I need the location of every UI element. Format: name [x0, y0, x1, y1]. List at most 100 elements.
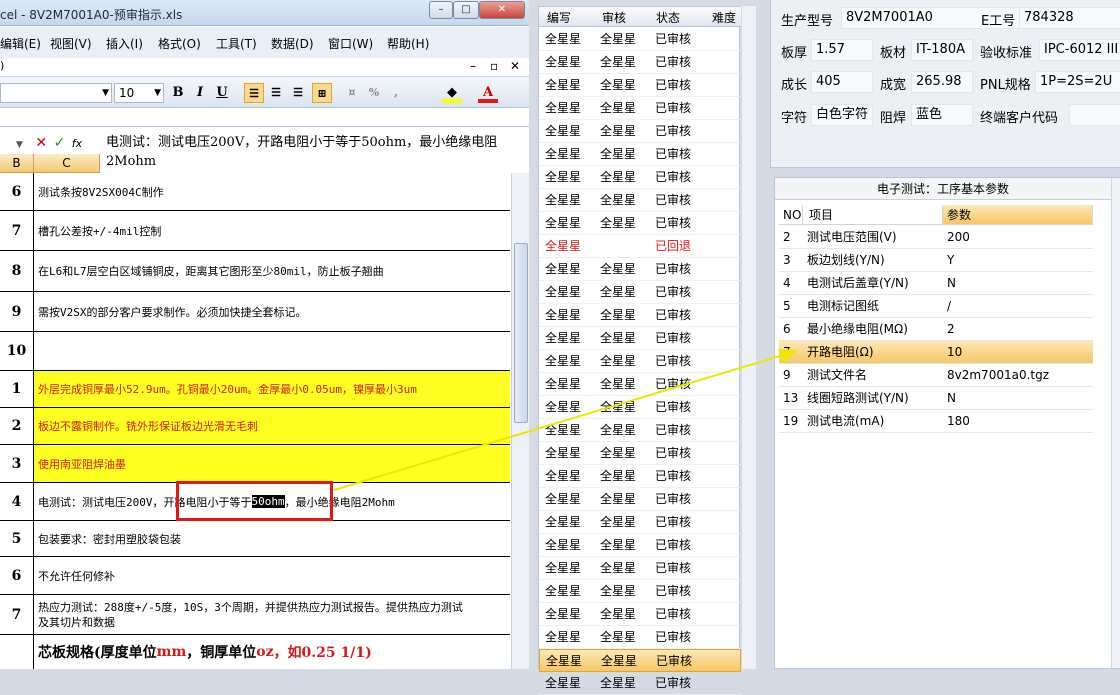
sheet-cell[interactable]: 板边不露铜制作。铣外形保证板边光滑无毛刺: [38, 408, 506, 444]
menu-data[interactable]: 数据(D): [271, 35, 314, 52]
param-row[interactable]: 6 最小绝缘电阻(MΩ) 2: [779, 318, 1093, 341]
font-name-select[interactable]: ▼: [0, 83, 112, 103]
scroll-thumb[interactable]: [514, 243, 528, 423]
review-list-scrollbar[interactable]: [742, 6, 756, 669]
list-item[interactable]: 全星星 全星星 已审核: [539, 626, 741, 649]
list-item[interactable]: 全星星 全星星 已审核: [539, 143, 741, 166]
doc-minimize-icon[interactable]: –: [470, 59, 476, 73]
bold-button[interactable]: B: [168, 83, 188, 103]
align-left-icon[interactable]: ☰: [244, 83, 264, 103]
font-color-icon[interactable]: A: [478, 83, 498, 103]
list-item[interactable]: 全星星 全星星 已审核: [539, 120, 741, 143]
column-header-b[interactable]: B: [0, 154, 34, 173]
sheet-cell[interactable]: 在L6和L7层空白区域铺铜皮，距离其它图形至少80mil，防止板子翘曲: [38, 251, 506, 291]
list-item[interactable]: 全星星 全星星 已审核: [539, 419, 741, 442]
param-row[interactable]: 13 线圈短路测试(Y/N) N: [779, 387, 1093, 410]
material-field[interactable]: IT-180A: [911, 39, 973, 61]
menu-insert[interactable]: 插入(I): [106, 35, 143, 52]
pnl-field[interactable]: 1P=2S=2U: [1035, 71, 1120, 93]
minimize-button[interactable]: –: [429, 1, 453, 19]
row-number[interactable]: [0, 635, 34, 669]
list-item[interactable]: 全星星 全星星 已审核: [539, 97, 741, 120]
header-reviewer[interactable]: 审核: [602, 9, 626, 26]
percent-icon[interactable]: %: [364, 83, 384, 103]
soldermask-field[interactable]: 蓝色: [911, 104, 973, 126]
comma-icon[interactable]: ,: [386, 83, 406, 103]
sheet-cell[interactable]: 外层完成铜厚最小52.9um。孔铜最小20um。金厚最小0.05um，镍厚最小3…: [38, 371, 506, 407]
row-number[interactable]: 9: [0, 292, 34, 331]
italic-button[interactable]: I: [190, 83, 210, 103]
list-item[interactable]: 全星星 全星星 已审核: [539, 189, 741, 212]
param-row[interactable]: 4 电测试后盖章(Y/N) N: [779, 272, 1093, 295]
param-row[interactable]: 5 电测标记图纸 /: [779, 295, 1093, 318]
eno-field[interactable]: 784328: [1019, 7, 1120, 29]
list-item[interactable]: 全星星 全星星 已审核: [539, 672, 741, 695]
list-item[interactable]: 全星星 全星星 已审核: [539, 511, 741, 534]
list-item[interactable]: 全星星 全星星 已审核: [539, 534, 741, 557]
param-row[interactable]: 7 开路电阻(Ω) 10: [779, 341, 1093, 364]
menu-format[interactable]: 格式(O): [158, 35, 201, 52]
list-item[interactable]: 全星星 全星星 已审核: [539, 327, 741, 350]
param-row[interactable]: 19 测试电流(mA) 180: [779, 410, 1093, 433]
param-row[interactable]: 9 测试文件名 8v2m7001a0.tgz: [779, 364, 1093, 387]
param-row[interactable]: 3 板边划线(Y/N) Y: [779, 249, 1093, 272]
doc-restore-icon[interactable]: ▫: [490, 59, 498, 73]
maximize-button[interactable]: □: [453, 1, 479, 19]
list-item[interactable]: 全星星 全星星 已审核: [539, 212, 741, 235]
sheet-cell[interactable]: 热应力测试：288度+/-5度，10S，3个周期，并提供热应力测试报告。提供热应…: [38, 595, 506, 634]
cancel-icon[interactable]: ✕: [35, 135, 47, 151]
vertical-scrollbar[interactable]: [511, 173, 529, 669]
thickness-field[interactable]: 1.57: [811, 39, 873, 61]
font-size-select[interactable]: 10 ▼: [114, 83, 164, 103]
row-number[interactable]: 5: [0, 521, 34, 556]
row-number[interactable]: 7: [0, 595, 34, 634]
list-item[interactable]: 全星星 全星星 已审核: [539, 28, 741, 51]
fill-color-icon[interactable]: ◆: [442, 83, 462, 103]
sheet-cell[interactable]: 需按V2SX的部分客户要求制作。必须加快捷全套标记。: [38, 292, 506, 331]
row-number[interactable]: 6: [0, 173, 34, 210]
list-item[interactable]: 全星星 全星星 已审核: [539, 51, 741, 74]
fx-icon[interactable]: fx: [72, 137, 82, 150]
sheet-cell[interactable]: [38, 332, 506, 370]
row-number[interactable]: 1: [0, 371, 34, 407]
close-button[interactable]: ✕: [479, 1, 525, 19]
header-status[interactable]: 状态: [656, 9, 680, 26]
sheet-cell[interactable]: 使用南亚阻焊油墨: [38, 445, 506, 482]
menu-help[interactable]: 帮助(H): [387, 35, 429, 52]
align-center-icon[interactable]: ☰: [266, 83, 286, 103]
merge-center-icon[interactable]: ⊞: [312, 83, 332, 103]
list-item[interactable]: 全星星 全星星 已审核: [539, 373, 741, 396]
menu-window[interactable]: 窗口(W): [328, 35, 373, 52]
sheet-cell[interactable]: 芯板规格(厚度单位 mm ，铜厚单位 oz ，如0.25 1/1): [38, 635, 506, 669]
list-item[interactable]: 全星星 全星星 已审核: [539, 580, 741, 603]
header-item[interactable]: 项目: [803, 205, 943, 225]
params-scrollbar[interactable]: [1111, 178, 1120, 668]
row-number[interactable]: 3: [0, 445, 34, 482]
list-item[interactable]: 全星星 全星星 已审核: [539, 557, 741, 580]
menu-view[interactable]: 视图(V): [50, 35, 92, 52]
list-item[interactable]: 全星星 已回退: [539, 235, 741, 258]
currency-icon[interactable]: ¤: [342, 83, 362, 103]
row-number[interactable]: 2: [0, 408, 34, 444]
sheet-cell[interactable]: 包装要求：密封用塑胶袋包装: [38, 521, 506, 556]
row-number[interactable]: 7: [0, 211, 34, 250]
param-row[interactable]: 2 测试电压范围(V) 200: [779, 226, 1093, 249]
formula-input[interactable]: 电测试：测试电压200V，开路电阻小于等于50ohm，最小绝缘电阻2Mohm: [106, 133, 526, 171]
list-item[interactable]: 全星星 全星星 已审核: [539, 465, 741, 488]
silkscreen-field[interactable]: 白色字符: [811, 104, 873, 126]
row-number[interactable]: 4: [0, 483, 34, 520]
customer-code-field[interactable]: [1069, 104, 1120, 126]
row-number[interactable]: 8: [0, 251, 34, 291]
enter-icon[interactable]: ✓: [54, 135, 66, 151]
align-right-icon[interactable]: ☰: [288, 83, 308, 103]
sheet-cell[interactable]: 测试条按8V2SX004C制作: [38, 173, 506, 210]
row-number[interactable]: 6: [0, 557, 34, 594]
list-item[interactable]: 全星星 全星星 已审核: [539, 74, 741, 97]
menu-tools[interactable]: 工具(T): [216, 35, 257, 52]
header-no[interactable]: NO: [779, 205, 803, 225]
menu-edit[interactable]: 编辑(E): [0, 35, 41, 52]
list-item[interactable]: 全星星 全星星 已审核: [539, 304, 741, 327]
header-difficulty[interactable]: 难度: [712, 9, 736, 26]
width-field[interactable]: 265.98: [911, 71, 973, 93]
row-number[interactable]: 10: [0, 332, 34, 370]
